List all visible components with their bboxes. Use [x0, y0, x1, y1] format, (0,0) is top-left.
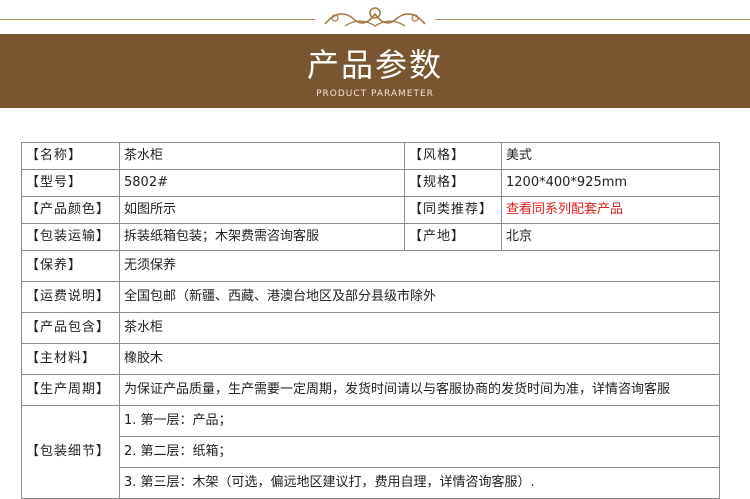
table-row: 2. 第二层：纸箱； [22, 436, 720, 468]
param-key: 【名称】 [21, 142, 120, 170]
table-row: 【运费说明】 全国包邮（新疆、西藏、港澳台地区及部分县级市除外 [21, 281, 720, 313]
param-key: 【产品包含】 [21, 312, 120, 344]
pack-detail-item: 2. 第二层：纸箱； [119, 436, 720, 468]
related-products-link[interactable]: 查看同系列配套产品 [501, 196, 720, 224]
table-row: 【包装细节】 1. 第一层：产品； [21, 405, 720, 499]
title-banner: 产品参数 PRODUCT PARAMETER [0, 34, 750, 108]
page-title: 产品参数 [306, 46, 443, 84]
param-value: 茶水柜 [119, 312, 720, 344]
table-row: 【产品包含】 茶水柜 [21, 312, 720, 344]
param-key: 【同类推荐】 [404, 196, 502, 224]
param-value: 美式 [501, 142, 720, 170]
param-value: 5802# [119, 169, 405, 197]
param-key: 【产品颜色】 [21, 196, 120, 224]
param-value: 为保证产品质量，生产需要一定周期，发货时间请以与客服协商的发货时间为准，详情咨询… [119, 374, 720, 406]
table-row: 【保养】 无须保养 [21, 250, 720, 282]
param-key: 【运费说明】 [21, 281, 120, 313]
table-row: 3. 第三层：木架（可选，偏远地区建议打，费用自理，详情咨询客服）. [22, 467, 720, 499]
param-key: 【风格】 [404, 142, 502, 170]
table-row: 【包装运输】 拆装纸箱包装；木架费需咨询客服 【产地】 北京 [21, 223, 720, 251]
pack-detail-item: 3. 第三层：木架（可选，偏远地区建议打，费用自理，详情咨询客服）. [119, 467, 720, 499]
scroll-ornament-icon [315, 2, 435, 32]
param-key: 【型号】 [21, 169, 120, 197]
param-value: 无须保养 [119, 250, 720, 282]
table-row: 【名称】 茶水柜 【风格】 美式 [21, 142, 720, 170]
table-row: 【生产周期】 为保证产品质量，生产需要一定周期，发货时间请以与客服协商的发货时间… [21, 374, 720, 406]
param-value: 北京 [501, 223, 720, 251]
param-value: 如图所示 [119, 196, 405, 224]
table-row: 【产品颜色】 如图所示 【同类推荐】 查看同系列配套产品 [21, 196, 720, 224]
param-key: 【包装细节】 [21, 405, 120, 499]
param-value: 全国包邮（新疆、西藏、港澳台地区及部分县级市除外 [119, 281, 720, 313]
param-value: 橡胶木 [119, 343, 720, 375]
param-key: 【主材料】 [21, 343, 120, 375]
param-value: 1200*400*925mm [501, 169, 720, 197]
param-key: 【规格】 [404, 169, 502, 197]
param-key: 【产地】 [404, 223, 502, 251]
param-value: 茶水柜 [119, 142, 405, 170]
parameter-table: 【名称】 茶水柜 【风格】 美式 【型号】 5802# 【规格】 1200*40… [21, 142, 720, 499]
param-key: 【保养】 [21, 250, 120, 282]
table-row: 【型号】 5802# 【规格】 1200*400*925mm [21, 169, 720, 197]
param-key: 【包装运输】 [21, 223, 120, 251]
param-key: 【生产周期】 [21, 374, 120, 406]
table-row: 【主材料】 橡胶木 [21, 343, 720, 375]
page-subtitle: PRODUCT PARAMETER [316, 89, 434, 99]
param-value: 拆装纸箱包装；木架费需咨询客服 [119, 223, 405, 251]
pack-detail-item: 1. 第一层：产品； [119, 405, 720, 437]
